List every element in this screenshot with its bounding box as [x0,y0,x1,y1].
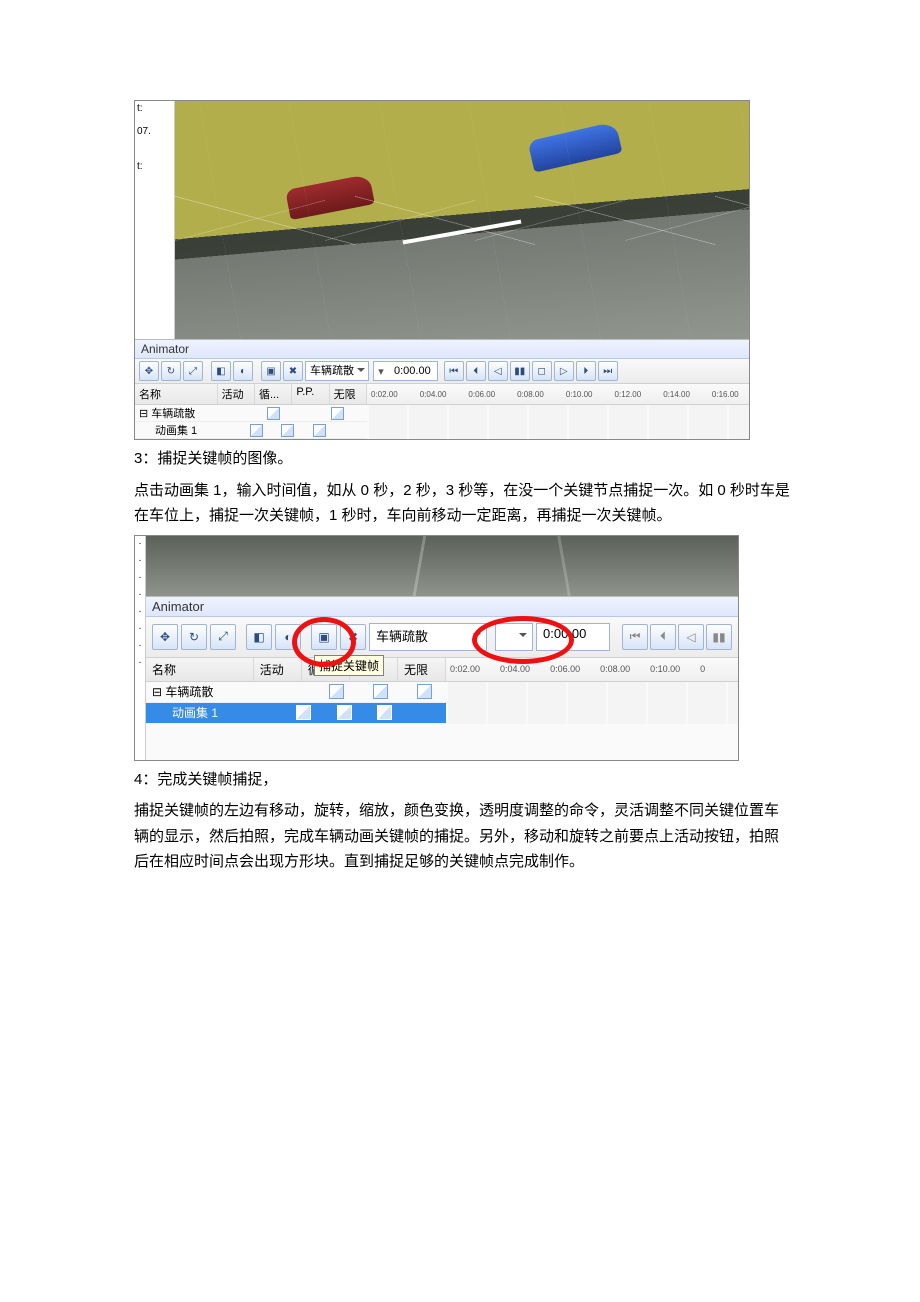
play-back-icon[interactable]: ◁ [488,361,508,381]
side-strip-2: ········ [135,536,146,760]
road-marking [403,220,522,245]
move-icon[interactable]: ✥ [139,361,159,381]
keyframe-track[interactable] [446,682,738,724]
tree-row[interactable]: 动画集 1 [135,422,367,439]
checkbox[interactable] [331,407,344,420]
time-ruler[interactable]: 0:02.00 0:04.00 0:06.00 0:08.00 0:10.00 … [367,384,749,404]
rotate-icon[interactable]: ↻ [181,624,207,650]
step-back-icon[interactable]: ⏴ [650,624,676,650]
stop-icon[interactable]: ◻ [532,361,552,381]
pause-icon[interactable]: ▮▮ [510,361,530,381]
figure-1: t: 07. t: Animator ✥ ↻ ⤢ ◧ ◐ ▣ [134,100,750,440]
scene-dropdown[interactable]: 车辆疏散 [369,623,487,651]
annotation-circle-1 [292,617,356,667]
animator-title: Animator [146,597,738,617]
opacity-icon[interactable]: ◐ [233,361,253,381]
checkbox[interactable] [373,684,388,699]
document-page: t: 07. t: Animator ✥ ↻ ⤢ ◧ ◐ ▣ [0,0,920,875]
step3-title: 3：捕捉关键帧的图像。 [134,446,790,472]
pause-icon[interactable]: ▮▮ [706,624,732,650]
checkbox[interactable] [337,705,352,720]
scene-tree-2[interactable]: 车辆疏散 动画集 1 [146,682,446,724]
animator-panel-2: Animator ✥ ↻ ⤢ ◧ ◐ ▣ ✖ 车辆疏散 0:00.00 [146,596,738,760]
checkbox[interactable] [296,705,311,720]
step4-body: 捕捉关键帧的左边有移动，旋转，缩放，颜色变换，透明度调整的命令，灵活调整不同关键… [134,798,790,875]
columns-header: 名称 活动 循... P.P. 无限 [135,384,367,404]
checkbox[interactable] [377,705,392,720]
checkbox[interactable] [329,684,344,699]
scene-dropdown[interactable]: 车辆疏散 [305,361,369,381]
scale-icon[interactable]: ⤢ [210,624,236,650]
checkbox[interactable] [417,684,432,699]
car-red [285,174,375,220]
rewind-icon[interactable]: ⏮ [622,624,648,650]
color-icon[interactable]: ◧ [246,624,272,650]
color-icon[interactable]: ◧ [211,361,231,381]
ffwd-icon[interactable]: ⏭ [598,361,618,381]
keyframe-track[interactable] [367,405,749,439]
animator-toolbar-2: ✥ ↻ ⤢ ◧ ◐ ▣ ✖ 车辆疏散 0:00.00 ⏮ ⏴ [146,617,738,658]
play-back-icon[interactable]: ◁ [678,624,704,650]
tree-row-selected[interactable]: 动画集 1 [146,703,446,724]
viewport-3d-2[interactable] [146,536,738,596]
step4-title: 4：完成关键帧捕捉， [134,767,790,793]
step-fwd-icon[interactable]: ⏵ [576,361,596,381]
car-blue [528,121,623,172]
step-back-icon[interactable]: ⏴ [466,361,486,381]
animator-toolbar-1: ✥ ↻ ⤢ ◧ ◐ ▣ ✖ 车辆疏散 ▾ 0:00.00 ⏮ ⏴ ◁ ▮▮ [135,359,749,384]
columns-header: 名称 活动 循... P.P. 无限 [146,658,446,681]
checkbox[interactable] [313,424,326,437]
checkbox[interactable] [281,424,294,437]
time-input[interactable]: ▾ 0:00.00 [373,361,438,381]
capture-keyframe-icon[interactable]: ▣ [261,361,281,381]
scale-icon[interactable]: ⤢ [183,361,203,381]
annotation-circle-2 [472,616,574,664]
animator-title: Animator [135,340,749,359]
checkbox[interactable] [267,407,280,420]
delete-keyframe-icon[interactable]: ✖ [283,361,303,381]
rotate-icon[interactable]: ↻ [161,361,181,381]
chevron-down-icon[interactable]: ▾ [374,365,388,378]
tree-row[interactable]: 车辆疏散 [146,682,446,703]
figure-2: ········ Animator ✥ ↻ ⤢ ◧ ◐ ▣ ✖ 车辆疏散 [134,535,739,761]
tree-row[interactable]: 车辆疏散 [135,405,367,422]
play-icon[interactable]: ▷ [554,361,574,381]
checkbox[interactable] [250,424,263,437]
scene-tree-1[interactable]: 车辆疏散 动画集 1 [135,405,367,439]
side-strip-1: t: 07. t: [135,101,175,339]
rewind-icon[interactable]: ⏮ [444,361,464,381]
animator-panel-1: Animator ✥ ↻ ⤢ ◧ ◐ ▣ ✖ 车辆疏散 ▾ 0:00.00 ⏮ … [135,339,749,439]
viewport-3d[interactable] [175,101,749,339]
step3-body: 点击动画集 1，输入时间值，如从 0 秒，2 秒，3 秒等，在没一个关键节点捕捉… [134,478,790,529]
time-ruler[interactable]: 0:02.00 0:04.00 0:06.00 0:08.00 0:10.00 … [446,658,738,681]
move-icon[interactable]: ✥ [152,624,178,650]
